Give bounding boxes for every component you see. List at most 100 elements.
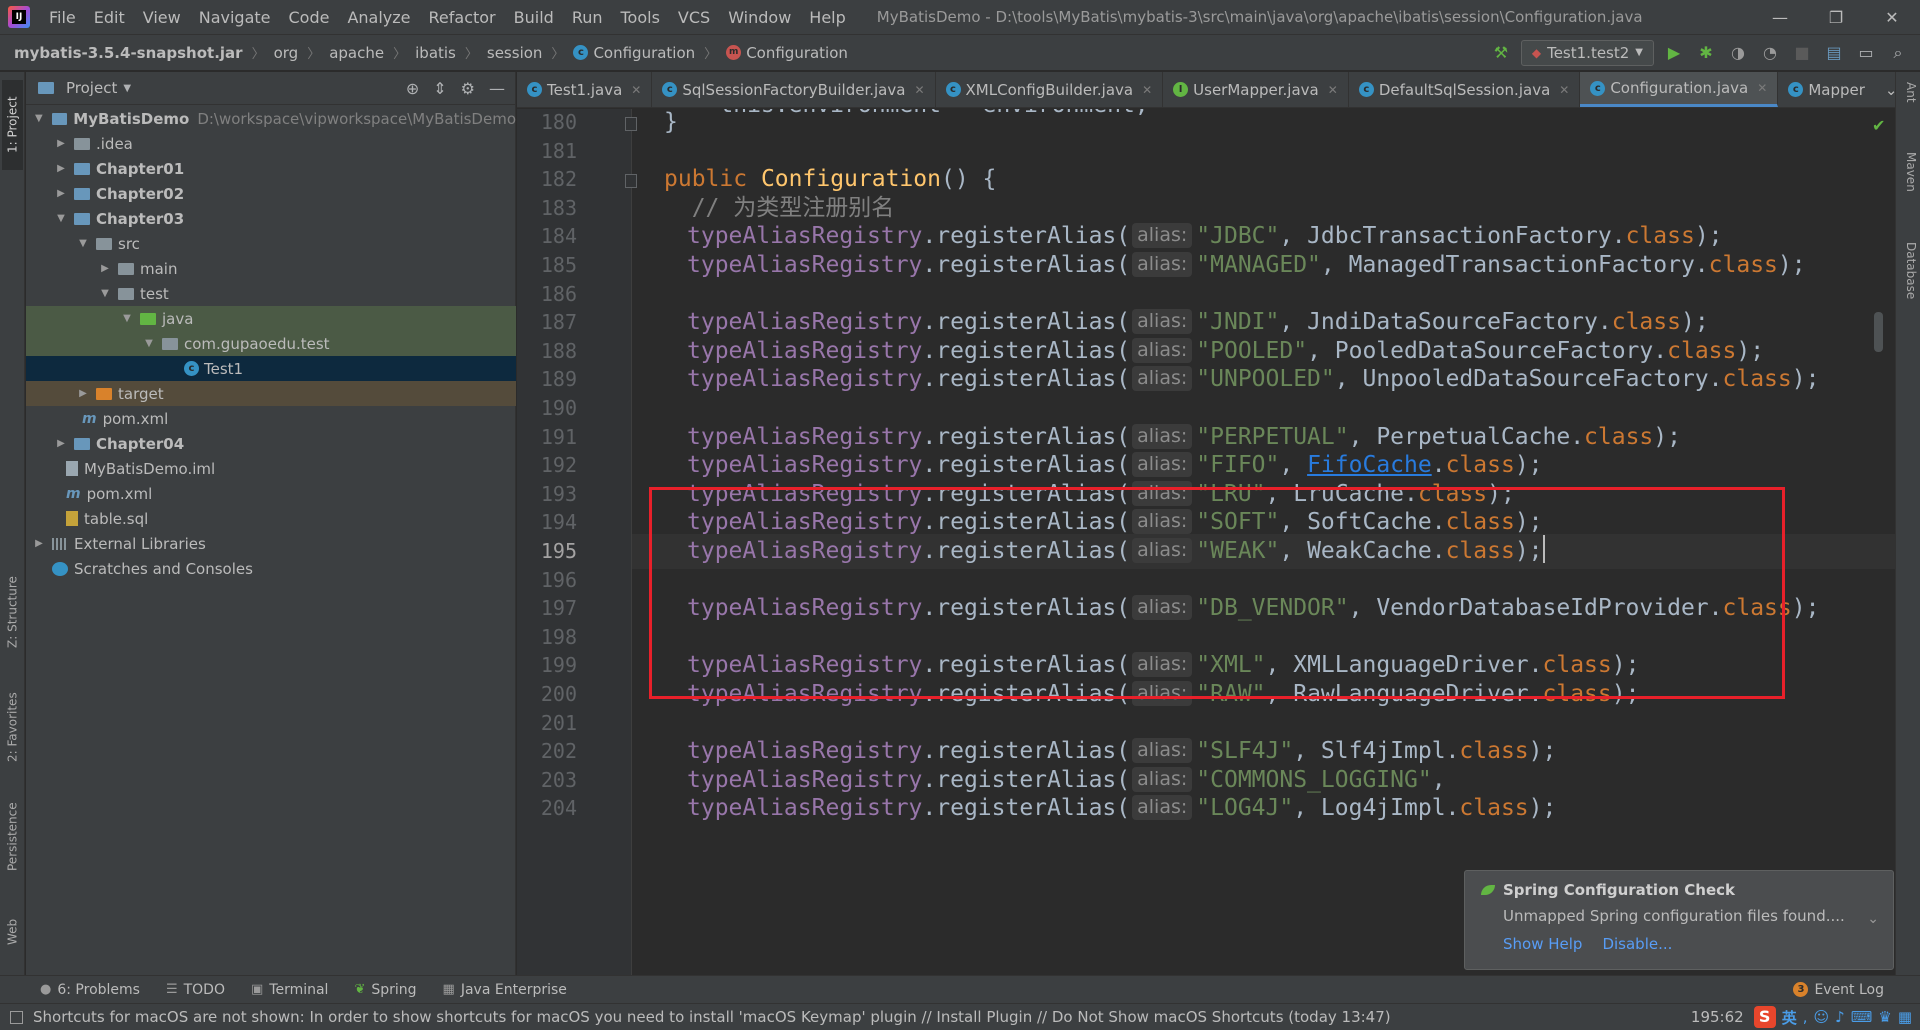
menu-vcs[interactable]: VCS [669,8,719,27]
class-reference[interactable]: FifoCache [1307,452,1432,478]
expanded-arrow-icon[interactable]: ▼ [98,288,112,299]
search-icon[interactable]: ⌕ [1886,41,1910,65]
todo-tab[interactable]: ☰ TODO [166,982,225,998]
coverage-icon[interactable]: ◑ [1726,41,1750,65]
tree-item-chapter04[interactable]: ▶ Chapter04 [26,431,516,456]
tree-item-pom-chapter03[interactable]: m pom.xml [26,406,516,431]
tree-item-target[interactable]: ▶ target [26,381,516,406]
tree-item-chapter02[interactable]: ▶ Chapter02 [26,181,516,206]
tree-item-chapter01[interactable]: ▶ Chapter01 [26,156,516,181]
tree-item-test[interactable]: ▼ test [26,281,516,306]
stripe-tab-web[interactable]: Web [2,902,23,962]
build-hammer-icon[interactable]: ⚒ [1489,41,1513,65]
locate-icon[interactable]: ⊕ [406,79,419,98]
tree-item-table-sql[interactable]: table.sql [26,506,516,531]
sogou-ime-icon[interactable]: S [1753,1006,1776,1028]
tree-item-pom-root[interactable]: m pom.xml [26,481,516,506]
collapse-all-icon[interactable]: ⇕ [433,79,446,98]
stripe-tab-maven[interactable]: Maven [1899,152,1918,222]
tab-configuration[interactable]: c Configuration.java ✕ [1580,72,1779,107]
tree-item-iml[interactable]: MyBatisDemo.iml [26,456,516,481]
collapsed-arrow-icon[interactable]: ▶ [54,188,68,199]
close-icon[interactable]: ✕ [1559,83,1569,97]
breadcrumb-method[interactable]: Configuration [746,44,848,62]
tab-sqlsessionfactorybuilder[interactable]: c SqlSessionFactoryBuilder.java ✕ [652,72,936,107]
tree-item-main[interactable]: ▶ main [26,256,516,281]
close-icon[interactable]: ✕ [1142,83,1152,97]
menu-code[interactable]: Code [280,8,339,27]
event-log-tab[interactable]: 3 Event Log [1793,982,1884,998]
menu-tools[interactable]: Tools [612,8,669,27]
tree-item-test1[interactable]: c Test1 [26,356,516,381]
tree-item-idea[interactable]: ▶ .idea [26,131,516,156]
tab-xmlconfigbuilder[interactable]: c XMLConfigBuilder.java ✕ [936,72,1164,107]
stripe-tab-project[interactable]: 1: Project [2,80,23,170]
tab-defaultsqlsession[interactable]: c DefaultSqlSession.java ✕ [1349,72,1581,107]
project-structure-icon[interactable]: ▤ [1822,41,1846,65]
debug-icon[interactable]: ✱ [1694,41,1718,65]
stripe-tab-favorites[interactable]: 2: Favorites [2,682,23,772]
status-message[interactable]: Shortcuts for macOS are not shown: In or… [33,1008,1691,1026]
menu-file[interactable]: File [40,8,85,27]
close-icon[interactable]: ✕ [1757,81,1767,95]
breadcrumb-ibatis[interactable]: ibatis [415,44,456,62]
collapsed-arrow-icon[interactable]: ▶ [54,438,68,449]
spring-tab[interactable]: ❦ Spring [354,982,416,998]
tab-test1[interactable]: c Test1.java ✕ [517,72,653,107]
skin-icon[interactable]: ♛ [1878,1008,1891,1026]
collapsed-arrow-icon[interactable]: ▶ [54,138,68,149]
run-icon[interactable]: ▶ [1662,41,1686,65]
tab-usermapper[interactable]: I UserMapper.java ✕ [1163,72,1349,107]
toolbox-icon[interactable]: ▦ [1898,1008,1912,1026]
editor-scrollbar[interactable] [1874,312,1883,352]
expanded-arrow-icon[interactable]: ▼ [54,213,68,224]
expanded-arrow-icon[interactable]: ▼ [76,238,90,249]
chevron-down-icon[interactable]: ⌄ [1867,911,1879,927]
show-help-link[interactable]: Show Help [1503,935,1582,953]
close-icon[interactable]: ✕ [914,83,924,97]
collapsed-arrow-icon[interactable]: ▶ [98,263,112,274]
presentation-icon[interactable]: ▭ [1854,41,1878,65]
stripe-tab-structure[interactable]: Z: Structure [2,562,23,662]
tree-item-mybatisdemo[interactable]: ▼ MyBatisDemo D:\workspace\vipworkspace\… [26,106,516,131]
run-configuration-selector[interactable]: ◆ Test1.test2 ▼ [1520,39,1654,66]
ime-language-label[interactable]: 英 [1782,1007,1797,1028]
close-window-button[interactable]: ✕ [1864,8,1920,27]
breadcrumb-apache[interactable]: apache [329,44,384,62]
stripe-tab-ant[interactable]: Ant [1899,82,1918,132]
inspection-ok-icon[interactable]: ✔ [1872,116,1885,135]
java-enterprise-tab[interactable]: ▦ Java Enterprise [443,982,567,998]
microphone-icon[interactable]: ♪ [1835,1008,1845,1026]
chevron-down-icon[interactable]: ▼ [123,83,131,94]
tabs-overflow-chevron-icon[interactable]: ⌄ [1875,72,1895,107]
breadcrumb-class[interactable]: Configuration [593,44,695,62]
menu-refactor[interactable]: Refactor [420,8,505,27]
menu-edit[interactable]: Edit [85,8,134,27]
tab-mapper[interactable]: c Mapper [1778,72,1875,107]
tree-item-src[interactable]: ▼ src [26,231,516,256]
menu-help[interactable]: Help [800,8,854,27]
tree-item-package[interactable]: ▼ com.gupaoedu.test [26,331,516,356]
profile-icon[interactable]: ◔ [1758,41,1782,65]
tree-item-scratches[interactable]: Scratches and Consoles [26,556,516,581]
collapsed-arrow-icon[interactable]: ▶ [76,388,90,399]
menu-run[interactable]: Run [563,8,612,27]
close-icon[interactable]: ✕ [1328,83,1338,97]
disable-link[interactable]: Disable... [1602,935,1672,953]
stop-icon[interactable]: ■ [1790,41,1814,65]
caret-position[interactable]: 195:62 [1691,1008,1744,1026]
close-icon[interactable]: ✕ [631,83,641,97]
collapsed-arrow-icon[interactable]: ▶ [54,163,68,174]
collapsed-arrow-icon[interactable]: ▶ [32,538,46,549]
minimize-button[interactable]: — [1752,8,1808,27]
stripe-tab-database[interactable]: Database [1899,242,1918,332]
menu-navigate[interactable]: Navigate [190,8,280,27]
punctuation-icon[interactable]: , [1803,1008,1808,1026]
expanded-arrow-icon[interactable]: ▼ [120,313,134,324]
stripe-tab-persistence[interactable]: Persistence [2,792,23,882]
tree-item-chapter03[interactable]: ▼ Chapter03 [26,206,516,231]
hide-icon[interactable]: — [489,79,505,98]
menu-analyze[interactable]: Analyze [338,8,419,27]
restore-button[interactable]: ❐ [1808,8,1864,27]
expanded-arrow-icon[interactable]: ▼ [142,338,156,349]
